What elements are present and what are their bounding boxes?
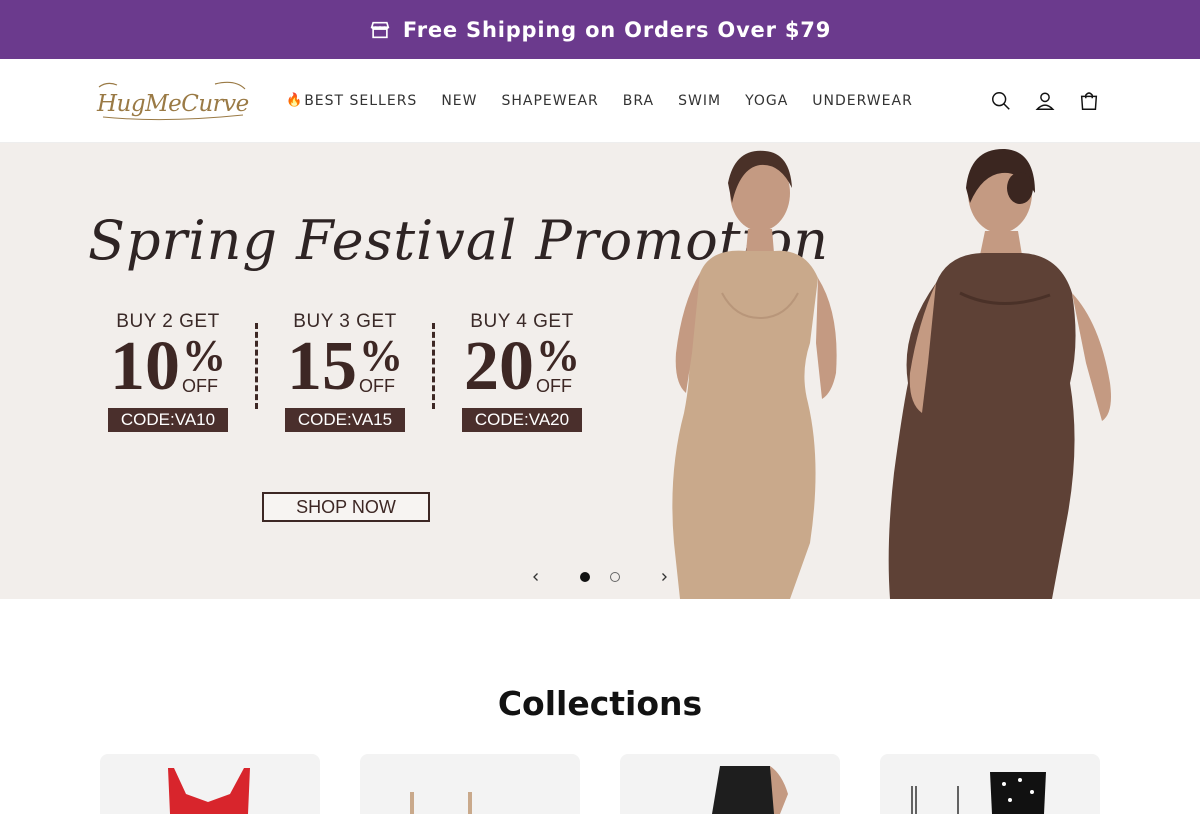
offer-percent: 20 % OFF: [464, 328, 580, 405]
collection-card[interactable]: [100, 754, 320, 814]
collection-card[interactable]: [880, 754, 1100, 814]
hero-models-image: [672, 148, 1111, 599]
offer-percent: 10 % OFF: [110, 328, 226, 405]
collection-image-shapewear: [410, 792, 472, 814]
offer-code: CODE:VA20: [462, 408, 582, 432]
offer-number: 20: [464, 328, 534, 405]
offer-code: CODE:VA10: [108, 408, 228, 432]
cart-icon[interactable]: [1078, 90, 1100, 112]
fire-icon: 🔥: [286, 93, 304, 108]
main-nav: 🔥 BEST SELLERS NEW SHAPEWEAR BRA SWIM YO…: [286, 93, 913, 109]
nav-bra[interactable]: BRA: [623, 93, 654, 109]
collection-image-swim: [168, 768, 250, 814]
offer-symbol: %: [536, 331, 580, 380]
nav-best-sellers[interactable]: 🔥 BEST SELLERS: [286, 93, 417, 109]
nav-underwear[interactable]: UNDERWEAR: [812, 93, 913, 109]
slider-controls: [520, 563, 680, 591]
collection-card[interactable]: [360, 754, 580, 814]
svg-text:HugMeCurve: HugMeCurve: [96, 91, 249, 117]
logo-wordmark: HugMeCurve: [96, 81, 249, 120]
shop-icon: [370, 21, 390, 38]
collection-image-yoga: [712, 766, 788, 814]
chevron-right-icon: [662, 573, 667, 581]
logo[interactable]: HugMeCurve: [95, 79, 250, 123]
nav-label: BEST SELLERS: [304, 92, 418, 109]
collections-heading: Collections: [497, 684, 703, 723]
collection-image-underwear: [911, 772, 1046, 814]
slider-prev-button[interactable]: [520, 563, 552, 591]
hero-banner[interactable]: Spring Festival Promotion BUY 2 GET 10 %…: [0, 143, 1200, 599]
offer-off: OFF: [536, 376, 572, 396]
offer-number: 15: [287, 328, 357, 405]
nav-swim[interactable]: SWIM: [678, 93, 721, 109]
announcement-text: Free Shipping on Orders Over $79: [402, 17, 832, 42]
account-icon[interactable]: [1034, 90, 1056, 112]
chevron-left-icon: [533, 573, 538, 581]
site-header: HugMeCurve 🔥 BEST SELLERS NEW SHAPEWEAR …: [0, 59, 1200, 143]
offer-divider: [255, 323, 258, 409]
slider-next-button[interactable]: [648, 563, 680, 591]
search-icon[interactable]: [990, 90, 1012, 112]
offer-side: % OFF: [536, 331, 580, 400]
nav-shapewear[interactable]: SHAPEWEAR: [502, 93, 599, 109]
offer-number: 10: [110, 328, 180, 405]
offer-divider: [432, 323, 435, 409]
offer-group: BUY 2 GET 10 % OFF CODE:VA10 BUY 3 GET 1…: [98, 311, 592, 432]
collection-card[interactable]: [620, 754, 840, 814]
shop-now-button[interactable]: SHOP NOW: [262, 492, 430, 522]
header-actions: [990, 90, 1100, 112]
offer-code: CODE:VA15: [285, 408, 405, 432]
announcement-bar: Free Shipping on Orders Over $79: [0, 0, 1200, 59]
slider-dots: [580, 572, 620, 582]
offer-off: OFF: [182, 376, 218, 396]
offer-tier: BUY 2 GET 10 % OFF CODE:VA10: [98, 311, 238, 432]
nav-new[interactable]: NEW: [441, 93, 477, 109]
offer-percent: 15 % OFF: [287, 328, 403, 405]
offer-side: % OFF: [359, 331, 403, 400]
slide-dot-1[interactable]: [580, 572, 590, 582]
offer-symbol: %: [359, 331, 403, 380]
nav-yoga[interactable]: YOGA: [745, 93, 788, 109]
offer-tier: BUY 3 GET 15 % OFF CODE:VA15: [275, 311, 415, 432]
offer-symbol: %: [182, 331, 226, 380]
offer-side: % OFF: [182, 331, 226, 400]
collection-cards: [100, 754, 1100, 814]
offer-off: OFF: [359, 376, 395, 396]
offer-tier: BUY 4 GET 20 % OFF CODE:VA20: [452, 311, 592, 432]
slide-dot-2[interactable]: [610, 572, 620, 582]
